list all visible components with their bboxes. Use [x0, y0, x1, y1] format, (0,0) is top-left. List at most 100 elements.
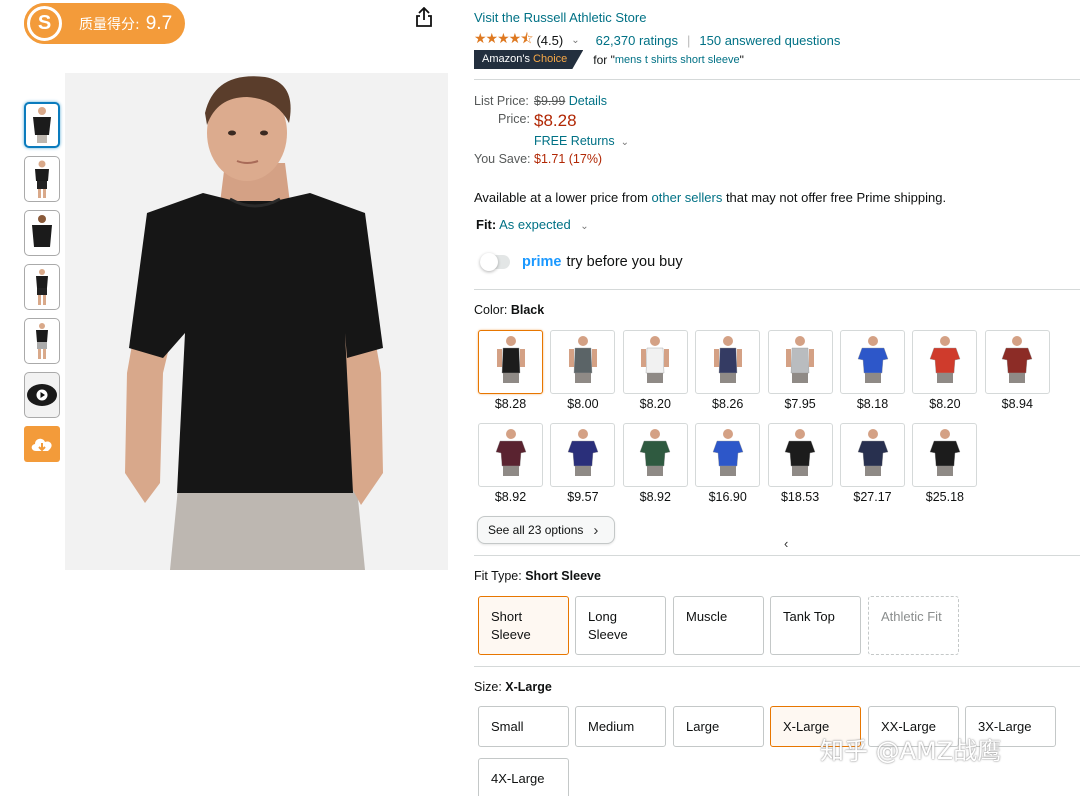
list-price-value: $9.99	[534, 94, 566, 108]
chevron-right-icon: ›	[593, 521, 599, 539]
thumbnail-2[interactable]	[24, 156, 60, 202]
fit-option-muscle[interactable]: Muscle	[673, 596, 764, 655]
fit-option-athletic-fit[interactable]: Athletic Fit	[868, 596, 959, 655]
color-swatch[interactable]: $25.18	[912, 423, 978, 504]
color-swatch[interactable]: $8.18	[840, 330, 905, 411]
fit-option-tank-top[interactable]: Tank Top	[770, 596, 861, 655]
color-swatch[interactable]: $8.00	[550, 330, 616, 411]
swatch-price: $9.57	[567, 490, 599, 504]
swatch-price: $8.28	[494, 397, 527, 411]
fit-value-link[interactable]: As expected	[499, 217, 571, 232]
quality-logo-letter: S	[30, 9, 59, 38]
swatch-image	[622, 423, 688, 487]
separator: |	[687, 32, 691, 48]
availability-after: that may not offer free Prime shipping.	[722, 190, 947, 205]
free-returns-link[interactable]: FREE Returns	[534, 134, 615, 148]
color-swatch[interactable]: $8.92	[622, 423, 688, 504]
swatch-image	[478, 330, 543, 394]
option-line: Sleeve	[491, 627, 531, 642]
swatch-image	[550, 330, 616, 394]
color-swatch[interactable]: $9.57	[550, 423, 616, 504]
size-option-large[interactable]: Large	[673, 706, 764, 747]
swatch-image	[840, 330, 905, 394]
thumbnail-image	[35, 160, 49, 198]
color-label: Color: Black	[474, 303, 544, 317]
amazons-choice-badge[interactable]: Amazon's Choice	[474, 50, 584, 69]
star-rating-icon[interactable]: ★★★★⯪	[474, 28, 533, 52]
thumbnail-5[interactable]	[24, 318, 60, 364]
color-swatch[interactable]: $8.20	[622, 330, 688, 411]
option-line: Sleeve	[588, 627, 628, 642]
answered-questions-link[interactable]: 150 answered questions	[699, 33, 840, 48]
you-save-value: $1.71 (17%)	[534, 152, 603, 166]
chevron-down-icon[interactable]: ⌄	[571, 35, 579, 46]
swatch-price: $7.95	[784, 397, 816, 411]
fit-type-label: Fit Type: Short Sleeve	[474, 569, 601, 583]
swatch-price: $16.90	[708, 490, 747, 504]
color-swatch[interactable]: $16.90	[695, 423, 761, 504]
share-button[interactable]	[409, 3, 439, 31]
size-option-4x-large[interactable]: 4X-Large	[478, 758, 569, 796]
color-swatch[interactable]: $27.17	[840, 423, 905, 504]
chevron-down-icon[interactable]: ⌄	[580, 221, 588, 232]
divider	[474, 289, 1080, 290]
color-swatch[interactable]: $8.26	[695, 330, 761, 411]
size-option-small[interactable]: Small	[478, 706, 569, 747]
swatch-image	[622, 330, 688, 394]
fit-option-long-sleeve[interactable]: Long Sleeve	[575, 596, 666, 655]
you-save-label: You Save:	[474, 152, 531, 166]
toggle-knob	[480, 253, 498, 271]
option-line: Athletic Fit	[881, 609, 942, 624]
cloud-download-icon	[31, 438, 52, 452]
swatch-price: $8.20	[929, 397, 961, 411]
divider	[474, 555, 1080, 556]
swatch-image	[550, 423, 616, 487]
color-swatch[interactable]: $8.28	[478, 330, 543, 411]
choice-keyword-link[interactable]: mens t shirts short sleeve	[615, 54, 740, 66]
main-product-image[interactable]	[65, 73, 448, 570]
thumbnail-4[interactable]	[24, 264, 60, 310]
color-swatch[interactable]: $8.94	[984, 330, 1050, 411]
prime-text: try before you buy	[566, 254, 683, 270]
option-line: Muscle	[686, 609, 728, 624]
price-value: $8.28	[534, 111, 577, 130]
color-swatch[interactable]: $8.92	[478, 423, 543, 504]
chevron-left-icon[interactable]: ‹	[784, 536, 788, 551]
color-swatch[interactable]: $7.95	[767, 330, 833, 411]
store-link[interactable]: Visit the Russell Athletic Store	[474, 10, 646, 25]
size-option-medium[interactable]: Medium	[575, 706, 666, 747]
video-thumbnail[interactable]	[24, 372, 60, 418]
swatch-price: $8.92	[639, 490, 671, 504]
fit-label: Fit:	[476, 217, 497, 232]
fit-option-short-sleeve[interactable]: Short Sleeve	[478, 596, 569, 655]
chevron-down-icon[interactable]: ⌄	[621, 137, 629, 148]
price-label: Price:	[498, 112, 530, 126]
details-link[interactable]: Details	[569, 94, 607, 108]
availability-text: Available at a lower price from other se…	[474, 190, 946, 205]
thumbnail-strip	[24, 102, 62, 462]
swatch-image	[695, 423, 761, 487]
availability-before: Available at a lower price from	[474, 190, 652, 205]
color-swatch[interactable]: $18.53	[767, 423, 833, 504]
thumbnail-3[interactable]	[24, 210, 60, 256]
color-swatch[interactable]: $8.20	[912, 330, 978, 411]
option-line: Long	[588, 609, 617, 624]
other-sellers-link[interactable]: other sellers	[652, 190, 723, 205]
prime-try-before-you-buy: prime try before you buy	[480, 253, 683, 271]
watermark: 知乎 @AMZ战鹰	[820, 737, 1002, 765]
share-icon	[416, 7, 432, 27]
prime-toggle[interactable]	[480, 253, 510, 271]
amazons-choice-row: Amazon's Choice for " mens t shirts short…	[474, 50, 744, 69]
color-selected: Black	[510, 303, 545, 317]
swatch-image	[984, 330, 1050, 394]
download-button[interactable]	[24, 426, 60, 462]
swatch-image	[478, 423, 543, 487]
ratings-count-link[interactable]: 62,370 ratings	[596, 33, 678, 48]
see-all-options-button[interactable]: See all 23 options ›	[477, 516, 615, 544]
choice-close-quote: "	[739, 52, 744, 67]
quality-score-badge: S 质量得分: 9.7	[24, 3, 185, 44]
quality-score-label: 质量得分:	[79, 16, 140, 33]
thumbnail-1[interactable]	[24, 102, 60, 148]
swatch-image	[767, 330, 833, 394]
thumbnail-image	[36, 323, 48, 359]
